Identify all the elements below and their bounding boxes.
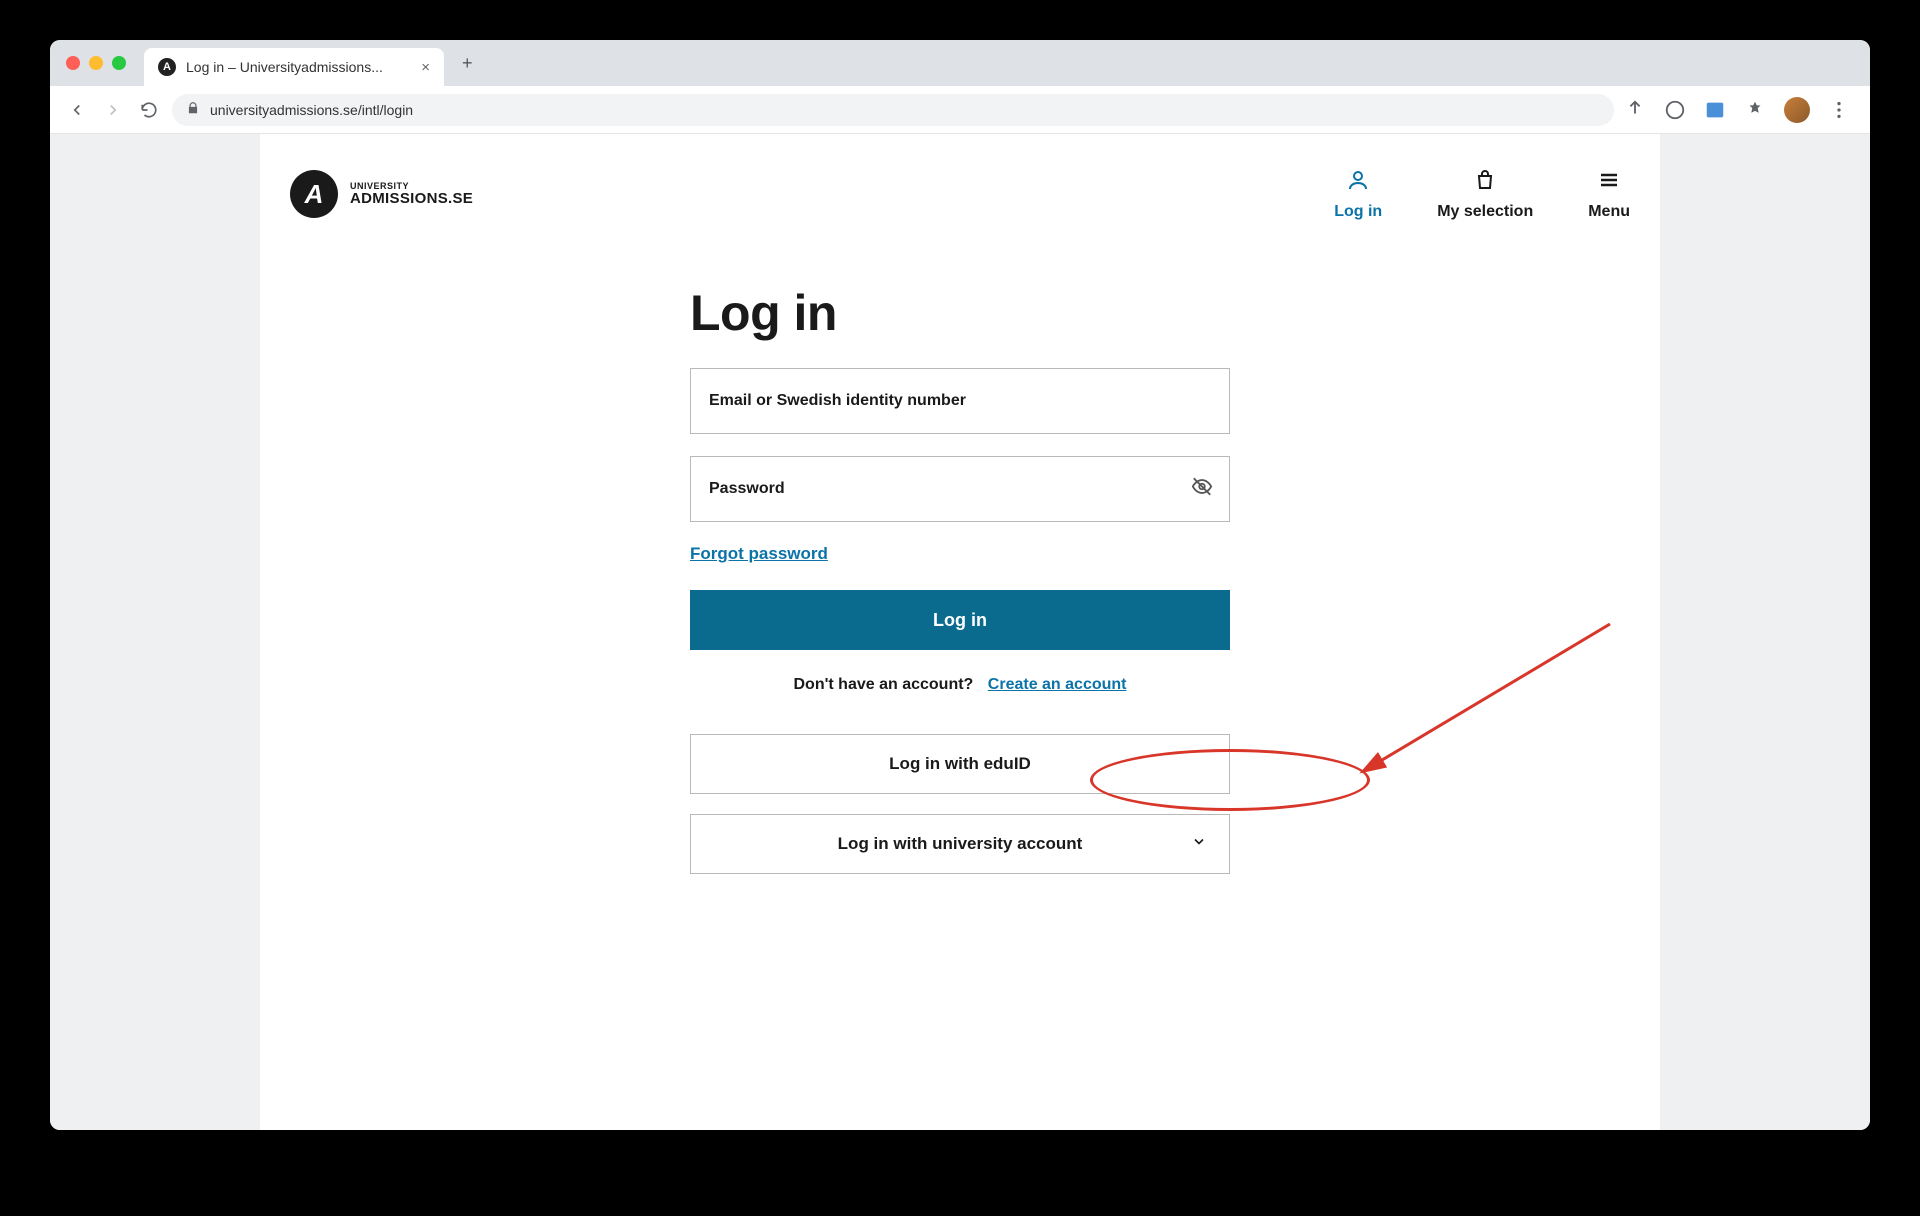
- browser-window: A Log in – Universityadmissions... × + u…: [50, 40, 1870, 1130]
- create-account-link[interactable]: Create an account: [988, 676, 1127, 693]
- signup-row: Don't have an account? Create an account: [690, 676, 1230, 694]
- nav-menu[interactable]: Menu: [1588, 168, 1630, 221]
- forgot-password-link[interactable]: Forgot password: [690, 544, 828, 564]
- favicon-icon: A: [158, 58, 176, 76]
- site-header: A UNIVERSITY ADMISSIONS.SE Log in: [260, 134, 1660, 254]
- maximize-window-button[interactable]: [112, 56, 126, 70]
- share-icon[interactable]: [1624, 99, 1646, 121]
- nav-links: Log in My selection Menu: [1334, 168, 1630, 221]
- forward-button[interactable]: [100, 97, 126, 123]
- nav-menu-label: Menu: [1588, 203, 1630, 221]
- brand-logo-icon: A: [290, 170, 338, 218]
- extension-icon[interactable]: [1664, 99, 1686, 121]
- annotation-arrow-icon: [1350, 614, 1630, 814]
- password-field[interactable]: Password: [690, 456, 1230, 522]
- chevron-down-icon: [1191, 834, 1207, 855]
- email-placeholder: Email or Swedish identity number: [709, 392, 966, 410]
- toolbar-icons: [1624, 97, 1856, 123]
- no-account-text: Don't have an account?: [794, 676, 974, 693]
- minimize-window-button[interactable]: [89, 56, 103, 70]
- more-icon[interactable]: [1828, 99, 1850, 121]
- nav-login[interactable]: Log in: [1334, 168, 1382, 221]
- page: A UNIVERSITY ADMISSIONS.SE Log in: [260, 134, 1660, 1130]
- address-bar: universityadmissions.se/intl/login: [50, 86, 1870, 134]
- close-tab-icon[interactable]: ×: [421, 59, 430, 76]
- tab-title: Log in – Universityadmissions...: [186, 59, 411, 75]
- toggle-password-icon[interactable]: [1191, 476, 1213, 503]
- new-tab-button[interactable]: +: [462, 53, 473, 74]
- nav-selection[interactable]: My selection: [1437, 168, 1533, 221]
- brand-text: UNIVERSITY ADMISSIONS.SE: [350, 182, 473, 206]
- hamburger-icon: [1597, 168, 1621, 197]
- translate-icon[interactable]: [1704, 99, 1726, 121]
- tab-strip: A Log in – Universityadmissions... × +: [50, 40, 1870, 86]
- brand-main: ADMISSIONS.SE: [350, 191, 473, 206]
- bag-icon: [1473, 168, 1497, 197]
- eduid-button[interactable]: Log in with eduID: [690, 734, 1230, 794]
- nav-login-label: Log in: [1334, 203, 1382, 221]
- close-window-button[interactable]: [66, 56, 80, 70]
- url-text: universityadmissions.se/intl/login: [210, 102, 413, 118]
- profile-avatar[interactable]: [1784, 97, 1810, 123]
- login-button[interactable]: Log in: [690, 590, 1230, 650]
- reload-button[interactable]: [136, 97, 162, 123]
- puzzle-icon[interactable]: [1744, 99, 1766, 121]
- email-field[interactable]: Email or Swedish identity number: [690, 368, 1230, 434]
- url-field[interactable]: universityadmissions.se/intl/login: [172, 94, 1614, 126]
- password-placeholder: Password: [709, 480, 785, 498]
- university-account-label: Log in with university account: [838, 834, 1083, 854]
- university-account-button[interactable]: Log in with university account: [690, 814, 1230, 874]
- nav-selection-label: My selection: [1437, 203, 1533, 221]
- brand[interactable]: A UNIVERSITY ADMISSIONS.SE: [290, 170, 473, 218]
- user-icon: [1346, 168, 1370, 197]
- login-form: Log in Email or Swedish identity number …: [690, 284, 1230, 874]
- back-button[interactable]: [64, 97, 90, 123]
- window-controls: [66, 56, 126, 70]
- page-title: Log in: [690, 284, 1230, 342]
- browser-tab[interactable]: A Log in – Universityadmissions... ×: [144, 48, 444, 86]
- viewport: A UNIVERSITY ADMISSIONS.SE Log in: [50, 134, 1870, 1130]
- lock-icon: [186, 101, 200, 118]
